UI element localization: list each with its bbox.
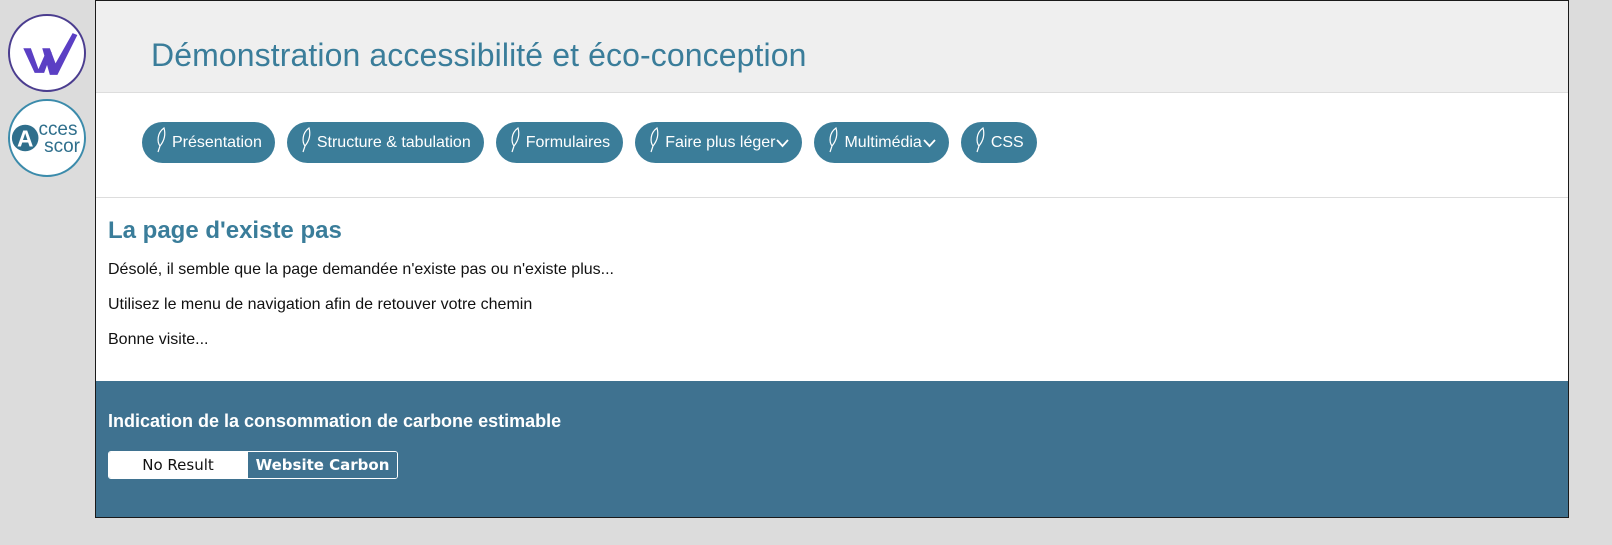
leaf-icon [157,126,166,152]
site-footer: Indication de la consommation de carbone… [96,381,1568,517]
nav-item-label: CSS [990,133,1024,151]
access-score-line-2: scor [44,136,80,157]
nav-item-css[interactable]: CSS [960,122,1037,163]
website-carbon-badge: No Result Website Carbon [108,451,398,479]
access-score-badge[interactable]: A cces scor [8,99,86,177]
access-score-letter: A [17,126,33,152]
chevron-down-icon [776,139,790,148]
w-checkmark-icon [23,33,78,75]
nav-item-label: Structure & tabulation [316,133,471,151]
website-carbon-link[interactable]: Website Carbon [247,452,397,478]
site-title[interactable]: Démonstration accessibilité et éco-conce… [151,37,807,74]
w-logo-badge[interactable] [8,14,86,92]
nav-list: Présentation Structure & tabulation Form… [142,122,1037,163]
site-header: Démonstration accessibilité et éco-conce… [96,1,1568,93]
leaf-icon [511,126,520,152]
access-score-logo-icon: A cces scor [11,119,80,157]
nav-item-label: Multimédia [844,133,922,151]
leaf-icon [829,126,838,152]
nav-item-label: Présentation [172,133,262,151]
main-content: La page d'existe pas Désolé, il semble q… [96,198,1568,380]
nav-item-label: Formulaires [525,133,611,151]
nav-item-presentation[interactable]: Présentation [142,122,275,163]
farewell-paragraph: Bonne visite... [108,331,209,348]
leaf-icon [650,126,659,152]
nav-item-faire-plus-leger[interactable]: Faire plus léger [635,122,803,163]
nav-item-label: Faire plus léger [665,133,776,151]
nav-item-structure-tabulation[interactable]: Structure & tabulation [286,122,484,163]
nav-item-formulaires[interactable]: Formulaires [495,122,624,163]
navigation-hint-paragraph: Utilisez le menu de navigation afin de r… [108,296,533,313]
main-navigation: Présentation Structure & tabulation Form… [96,93,1568,198]
leaf-icon [976,126,985,152]
page-title: La page d'existe pas [108,217,342,244]
error-message-paragraph: Désolé, il semble que la page demandée n… [108,261,614,278]
page-frame: Démonstration accessibilité et éco-conce… [95,0,1569,518]
nav-item-multimedia[interactable]: Multimédia [814,122,949,163]
carbon-result-value: No Result [109,452,247,478]
chevron-down-icon [923,139,936,148]
leaf-icon [302,126,311,152]
footer-title: Indication de la consommation de carbone… [108,411,562,431]
